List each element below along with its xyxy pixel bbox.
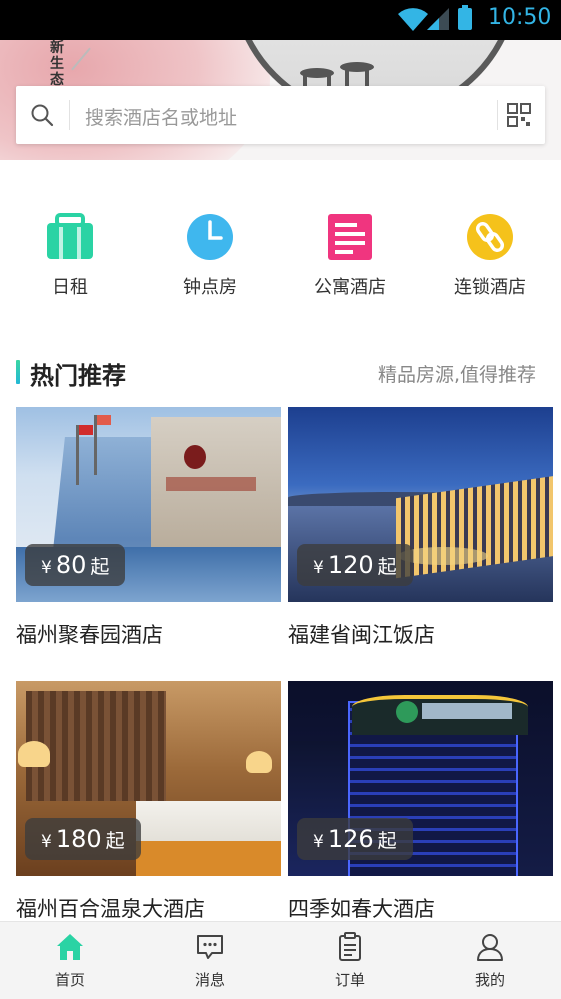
category-label: 日租 [52, 277, 88, 298]
price-tag: ¥126 起 [297, 818, 413, 860]
lamp [18, 741, 50, 767]
price-suffix: 起 [90, 556, 110, 578]
hotel-logo-emblem [396, 701, 418, 723]
tab-orders[interactable]: 订单 [280, 922, 420, 999]
currency-symbol: ¥ [313, 832, 324, 852]
hotel-card[interactable]: ¥126 起 四季如春大酒店 [288, 681, 553, 921]
suitcase-icon [47, 213, 93, 259]
tab-label: 首页 [54, 971, 85, 989]
hotel-logo-emblem [184, 445, 206, 469]
tab-profile[interactable]: 我的 [420, 922, 560, 999]
price-value: 80 [55, 551, 87, 579]
wifi-icon [398, 8, 428, 32]
lamp [246, 751, 272, 773]
search-bar[interactable]: 搜索酒店名或地址 [16, 86, 545, 144]
battery-icon [458, 5, 472, 30]
hotel-name: 福建省闽江饭店 [288, 623, 435, 647]
currency-symbol: ¥ [313, 558, 324, 578]
category-label: 公寓酒店 [314, 277, 386, 298]
search-input[interactable]: 搜索酒店名或地址 [85, 103, 237, 130]
search-icon [31, 104, 54, 127]
price-suffix: 起 [105, 830, 125, 852]
tab-label: 我的 [474, 971, 505, 989]
category-hourly-room[interactable]: 钟点房 [155, 200, 265, 300]
hotel-card[interactable]: ¥180 起 福州百合温泉大酒店 [16, 681, 281, 921]
order-icon [339, 932, 361, 961]
hotel-card[interactable]: ¥80 起 福州聚春园酒店 [16, 407, 281, 647]
section-subtitle[interactable]: 精品房源,值得推荐 [378, 360, 536, 387]
app-screen: 10:50 新生态 搜索酒店名或地址 日租 钟点房 公寓酒店 连锁酒店 热门推荐… [0, 0, 561, 999]
hotel-sign [166, 477, 256, 491]
price-value: 180 [55, 825, 102, 853]
hotel-card[interactable]: ¥120 起 福建省闽江饭店 [288, 407, 553, 647]
currency-symbol: ¥ [41, 558, 52, 578]
home-icon [57, 934, 83, 960]
section-accent-bar [16, 360, 20, 384]
category-chain-hotel[interactable]: 连锁酒店 [435, 200, 545, 300]
price-suffix: 起 [377, 830, 397, 852]
tab-label: 订单 [334, 971, 365, 989]
qr-code-icon[interactable] [507, 103, 531, 127]
message-icon [197, 935, 223, 959]
category-apartment-hotel[interactable]: 公寓酒店 [295, 200, 405, 300]
price-tag: ¥80 起 [25, 544, 126, 586]
category-row: 日租 钟点房 公寓酒店 连锁酒店 [0, 200, 561, 310]
flag [97, 415, 111, 425]
category-label: 连锁酒店 [454, 277, 526, 298]
user-icon [477, 934, 503, 961]
search-divider [69, 100, 70, 130]
section-header: 热门推荐 精品房源,值得推荐 [0, 352, 561, 396]
document-icon [328, 214, 372, 260]
tab-home[interactable]: 首页 [0, 922, 140, 999]
tab-messages[interactable]: 消息 [140, 922, 280, 999]
clock-icon [187, 214, 233, 260]
hotel-name: 福州聚春园酒店 [16, 623, 163, 647]
status-time: 10:50 [488, 5, 552, 30]
bed-runner [136, 841, 281, 876]
hotel-name: 四季如春大酒店 [288, 897, 435, 921]
price-value: 126 [327, 825, 374, 853]
banner-vertical-text: 新生态 [50, 40, 64, 88]
price-suffix: 起 [377, 556, 397, 578]
currency-symbol: ¥ [41, 832, 52, 852]
category-label: 钟点房 [183, 277, 237, 298]
bottom-tab-bar: 首页 消息 订单 我的 [0, 921, 561, 999]
signal-icon [427, 8, 449, 30]
section-title: 热门推荐 [30, 362, 126, 390]
hotel-sign [422, 703, 512, 719]
search-divider [497, 100, 498, 130]
price-tag: ¥180 起 [25, 818, 141, 860]
hotel-name: 福州百合温泉大酒店 [16, 897, 205, 921]
status-bar: 10:50 [0, 0, 561, 40]
price-value: 120 [327, 551, 374, 579]
flag [79, 425, 93, 435]
price-tag: ¥120 起 [297, 544, 413, 586]
chain-link-icon [467, 214, 513, 260]
category-daily-rental[interactable]: 日租 [15, 200, 125, 300]
tab-label: 消息 [194, 971, 225, 989]
